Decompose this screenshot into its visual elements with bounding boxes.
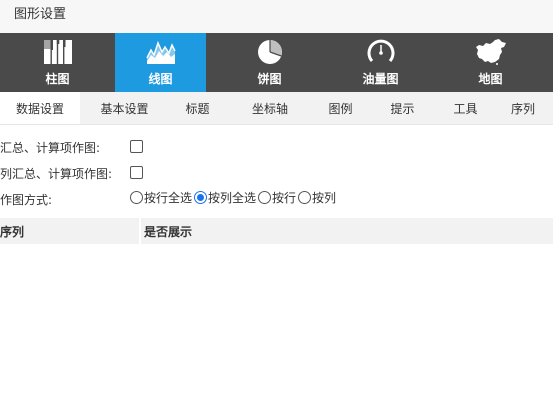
tab-tools[interactable]: 工具: [438, 92, 493, 124]
data-settings-form: 汇总、计算项作图: 列汇总、计算项作图: 作图方式: 按行全选 按列全选 按行 …: [0, 125, 553, 212]
pie-chart-icon: [257, 40, 282, 64]
mode-option-col-all[interactable]: 按列全选: [194, 189, 256, 206]
chart-type-bar: 柱图 线图 饼图 油量图 地图: [0, 33, 553, 92]
series-table-header: 序列 是否展示: [0, 218, 553, 244]
mode-option-row-all[interactable]: 按行全选: [130, 189, 192, 206]
chart-type-line-button[interactable]: 线图: [115, 33, 206, 92]
mode-option-row[interactable]: 按行: [258, 189, 296, 206]
chart-type-label: 线图: [148, 72, 173, 86]
summary-checkbox[interactable]: [130, 140, 143, 153]
col-summary-label: 列汇总、计算项作图:: [0, 167, 113, 181]
mode-radio-group: 按行全选 按列全选 按行 按列: [130, 189, 338, 206]
china-map-icon: [475, 39, 506, 65]
column-header-series: 序列: [0, 218, 139, 244]
chart-type-map-button[interactable]: 地图: [428, 33, 553, 92]
col-summary-row: 列汇总、计算项作图:: [0, 160, 553, 186]
chart-type-label: 油量图: [362, 72, 399, 86]
column-header-visible: 是否展示: [141, 218, 553, 244]
tab-basic-settings[interactable]: 基本设置: [80, 92, 169, 124]
summary-label: 汇总、计算项作图:: [0, 141, 101, 155]
mode-option-col[interactable]: 按列: [298, 189, 336, 206]
tab-tooltip[interactable]: 提示: [367, 92, 438, 124]
mode-label: 作图方式:: [0, 193, 53, 207]
summary-row: 汇总、计算项作图:: [0, 134, 553, 160]
dialog-title: 图形设置: [0, 0, 553, 33]
tab-axis[interactable]: 坐标轴: [226, 92, 314, 124]
radio-label: 按列: [312, 191, 337, 205]
mode-row: 作图方式: 按行全选 按列全选 按行 按列: [0, 186, 553, 212]
gauge-icon: [367, 39, 394, 62]
col-summary-checkbox[interactable]: [130, 166, 143, 179]
tab-series[interactable]: 序列: [493, 92, 553, 124]
radio-col[interactable]: [298, 191, 312, 204]
radio-row-all[interactable]: [130, 191, 143, 204]
chart-type-label: 地图: [478, 72, 503, 86]
tab-title[interactable]: 标题: [169, 92, 226, 124]
tab-legend[interactable]: 图例: [314, 92, 367, 124]
radio-row[interactable]: [258, 191, 272, 204]
chart-type-label: 饼图: [257, 72, 282, 86]
bar-chart-icon: [43, 40, 72, 64]
chart-type-bar-button[interactable]: 柱图: [0, 33, 115, 92]
chart-type-pie-button[interactable]: 饼图: [206, 33, 333, 92]
radio-label: 按行: [272, 191, 297, 205]
radio-label: 按行全选: [144, 191, 193, 205]
radio-col-all[interactable]: [194, 191, 208, 204]
settings-tabs: 数据设置 基本设置 标题 坐标轴 图例 提示 工具 序列: [0, 92, 553, 125]
tab-data-settings[interactable]: 数据设置: [0, 92, 80, 124]
chart-type-gauge-button[interactable]: 油量图: [333, 33, 428, 92]
line-chart-icon: [145, 40, 176, 64]
chart-type-label: 柱图: [45, 72, 70, 86]
radio-label: 按列全选: [208, 191, 257, 205]
